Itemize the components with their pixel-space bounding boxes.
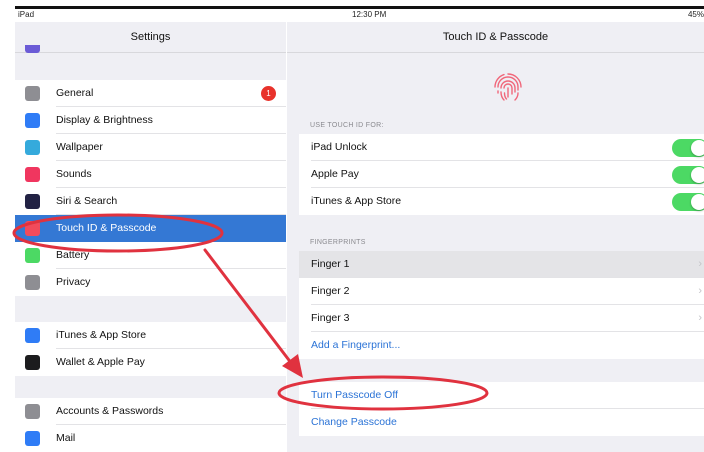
annotation-arrow-line xyxy=(203,248,297,370)
highlight-circle-passcode-off xyxy=(277,375,489,411)
highlight-circle-touch-id xyxy=(12,213,224,253)
annotation-arrowhead xyxy=(282,354,303,378)
annotation-overlay xyxy=(12,213,489,411)
